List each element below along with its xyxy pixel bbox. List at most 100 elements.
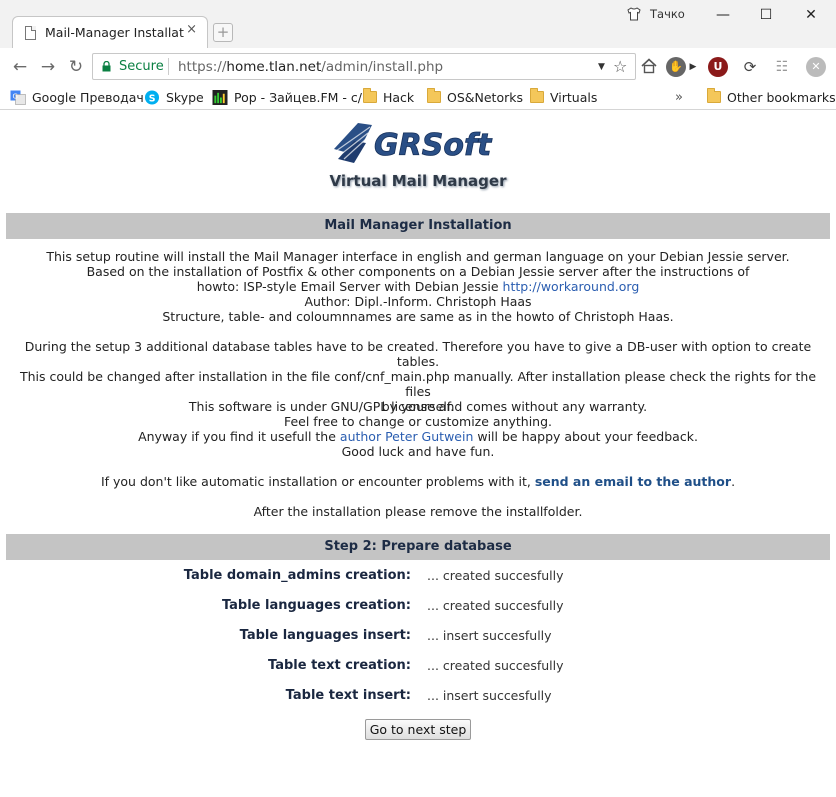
intro-line: Author: Dipl.-Inform. Christoph Haas (304, 294, 532, 309)
minimize-button[interactable]: — (712, 4, 734, 26)
google-translate-icon: G (10, 90, 26, 105)
step-status: ... insert succesfully (427, 688, 552, 703)
step-status: ... created succesfully (427, 598, 564, 613)
dropdown-caret-icon[interactable]: ▼ (598, 62, 605, 72)
intro-line: Structure, table- and coloumnnames are s… (162, 309, 674, 324)
step-label: Table text insert: (285, 688, 411, 703)
url-text[interactable]: https://home.tlan.net/admin/install.php (178, 59, 443, 75)
setup-line: During the setup 3 additional database t… (24, 339, 812, 369)
hand-extension-icon[interactable]: ✋ (666, 57, 686, 77)
page-content: GRSoft Virtual Mail Manager Mail Manager… (0, 111, 836, 797)
folder-icon (707, 88, 721, 103)
url-scheme: https:// (178, 59, 227, 75)
bookmark-folder-hack[interactable]: Hack (363, 88, 414, 106)
svg-text:GRSoft: GRSoft (374, 128, 493, 163)
browser-tab[interactable]: Mail-Manager Installation × (12, 16, 208, 48)
bookmark-folder-virtuals[interactable]: Virtuals (530, 88, 597, 106)
license-line: Anyway if you find it usefull the author… (6, 429, 830, 444)
browser-titlebar: Mail-Manager Installation × + Тачко — ☐ … (0, 0, 836, 48)
bookmark-folder-other[interactable]: Other bookmarks (707, 88, 836, 106)
step-label: Table text creation: (268, 658, 411, 673)
bookmark-label: Virtuals (550, 89, 598, 105)
address-bar[interactable]: Secure https://home.tlan.net/admin/insta… (92, 53, 636, 80)
more-bookmarks-chevron-icon[interactable]: » (675, 88, 683, 106)
contact-text: If you don't like automatic installation… (6, 474, 830, 489)
skype-icon: S (144, 89, 160, 105)
profile-shirt-icon (627, 7, 641, 21)
remove-note: After the installation please remove the… (253, 504, 583, 519)
license-line: Good luck and have fun. (341, 444, 495, 459)
intro-howto: howto: ISP-style Email Server with Debia… (196, 279, 503, 294)
profile-name: Тачко (650, 7, 685, 21)
tab-close-icon[interactable]: × (186, 22, 197, 37)
ublock-icon[interactable]: U (708, 57, 728, 77)
next-step-button[interactable]: Go to next step (365, 719, 471, 740)
bookmark-skype[interactable]: S Skype (144, 88, 204, 106)
maximize-button[interactable]: ☐ (755, 4, 777, 26)
svg-text:S: S (149, 93, 156, 104)
url-path: /admin/install.php (321, 59, 444, 75)
omnibox-divider (168, 58, 169, 75)
email-author-link[interactable]: send an email to the author (535, 474, 731, 489)
step-label: Table domain_admins creation: (183, 568, 411, 583)
bookmark-pop-zaicev[interactable]: Pop - Зайцев.FM - с/ (212, 88, 362, 106)
url-host: home.tlan.net (226, 59, 322, 75)
license-line: This software is under GNU/GPL license a… (188, 399, 648, 414)
intro-text: This setup routine will install the Mail… (6, 249, 830, 324)
globe-extension-icon[interactable]: ✕ (806, 57, 826, 77)
tab-title: Mail-Manager Installation (45, 25, 185, 40)
close-window-button[interactable]: ✕ (800, 4, 822, 26)
step-status: ... created succesfully (427, 568, 564, 583)
extension-arrow-icon[interactable]: ▶ (688, 57, 698, 77)
intro-line: Based on the installation of Postfix & o… (86, 264, 750, 279)
secure-label: Secure (119, 59, 164, 74)
setup-line: This could be changed after installation… (19, 369, 817, 399)
reload-icon[interactable]: ↻ (66, 57, 86, 77)
forward-arrow-icon[interactable]: → (38, 57, 58, 77)
bookmark-label: Pop - Зайцев.FM - с/ (234, 89, 362, 105)
new-tab-button[interactable]: + (213, 23, 233, 42)
logo-subtitle: Virtual Mail Manager (329, 172, 507, 190)
author-link[interactable]: author Peter Gutwein (340, 429, 473, 444)
bookmark-label: Google Преводач (32, 89, 144, 105)
step-row: Table languages insert: ... insert succe… (0, 628, 836, 658)
step-label: Table languages insert: (239, 628, 411, 643)
step-row: Table languages creation: ... created su… (0, 598, 836, 628)
bookmark-label: OS&Netorks (447, 89, 524, 105)
license-prefix: Anyway if you find it usefull the (138, 429, 340, 444)
workaround-link[interactable]: http://workaround.org (503, 279, 640, 294)
bookmark-label: Skype (166, 89, 204, 105)
step-status: ... insert succesfully (427, 628, 552, 643)
apps-grid-icon[interactable]: ☷ (772, 57, 792, 77)
license-text: This software is under GNU/GPL license a… (6, 399, 830, 459)
home-icon[interactable] (640, 57, 658, 75)
step-row: Table text creation: ... created succesf… (0, 658, 836, 688)
folder-icon (363, 88, 377, 103)
step-header: Step 2: Prepare database (6, 534, 830, 560)
bookmarks-bar: G Google Преводач S Skype Pop - Зайцев.F… (0, 85, 836, 110)
browser-toolbar: ← → ↻ Secure https://home.tlan.net/admin… (0, 48, 836, 85)
folder-icon (427, 88, 441, 103)
install-header: Mail Manager Installation (6, 213, 830, 239)
step-row: Table domain_admins creation: ... create… (0, 568, 836, 598)
grsoft-logo: GRSoft (334, 123, 493, 163)
profile-button[interactable]: Тачко (626, 6, 685, 22)
sync-extension-icon[interactable]: ⟳ (740, 57, 760, 77)
bookmark-folder-os-networks[interactable]: OS&Netorks (427, 88, 523, 106)
step-row: Table text insert: ... insert succesfull… (0, 688, 836, 718)
folder-icon (530, 88, 544, 103)
back-arrow-icon[interactable]: ← (10, 57, 30, 77)
license-line: Feel free to change or customize anythin… (283, 414, 553, 429)
contact-prefix: If you don't like automatic installation… (100, 474, 535, 489)
lock-icon (102, 61, 111, 72)
step-status: ... created succesfully (427, 658, 564, 673)
bookmark-google-translate[interactable]: G Google Преводач (10, 88, 144, 106)
bookmark-star-icon[interactable]: ☆ (613, 57, 627, 76)
intro-line: This setup routine will install the Mail… (46, 249, 790, 264)
svg-text:G: G (13, 92, 18, 100)
step-label: Table languages creation: (221, 598, 411, 613)
bookmark-label: Hack (383, 89, 415, 105)
equalizer-icon (212, 89, 228, 105)
bookmark-label: Other bookmarks (727, 89, 836, 105)
contact-suffix: . (731, 474, 736, 489)
